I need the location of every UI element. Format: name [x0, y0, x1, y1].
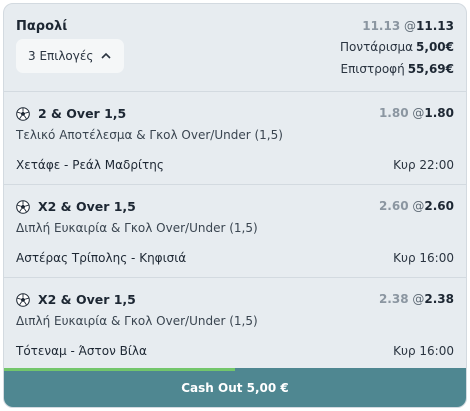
return-row: Επιστροφή 55,69€	[341, 62, 455, 76]
total-odds-new: 11.13	[416, 19, 454, 33]
selection-odds-new: 1.80	[424, 106, 454, 120]
selection-odds-old: 1.80	[378, 106, 409, 120]
total-odds: 11.13 @11.13	[362, 19, 454, 33]
odds-at-symbol: @	[412, 199, 425, 213]
selection-market: Διπλή Ευκαιρία & Γκολ Over/Under (1,5)	[16, 314, 258, 328]
soccer-ball-icon	[16, 106, 30, 121]
selection-name: Χ2 & Over 1,5	[38, 292, 136, 307]
selections-count-label: 3 Επιλογές	[28, 49, 94, 63]
selection-item[interactable]: Χ2 & Over 1,5 Διπλή Ευκαιρία & Γκολ Over…	[4, 184, 466, 277]
odds-at-symbol: @	[412, 292, 425, 306]
selection-match: Αστέρας Τρίπολης - Κηφισιά	[16, 251, 187, 265]
selection-time: Κυρ 16:00	[393, 344, 454, 358]
bet-slip-card: Παρολί 3 Επιλογές 11.13 @11.13 Ποντάρισμ…	[3, 3, 467, 408]
selection-odds-new: 2.60	[424, 199, 454, 213]
selection-match: Χετάφε - Ρεάλ Μαδρίτης	[16, 158, 164, 172]
chevron-up-icon	[101, 51, 111, 62]
selection-odds-old: 2.38	[378, 292, 409, 306]
cash-out-label: Cash Out 5,00 €	[181, 380, 289, 395]
stake-value: 5,00€	[416, 40, 454, 54]
selection-name: 2 & Over 1,5	[38, 106, 127, 121]
selection-match: Τότεναμ - Άστον Βίλα	[16, 344, 147, 358]
selection-odds-old: 2.60	[378, 199, 409, 213]
selection-odds: 2.60 @2.60	[379, 199, 454, 213]
stake-row: Ποντάρισμα 5,00€	[340, 40, 454, 54]
soccer-ball-icon	[16, 199, 30, 214]
selection-market: Διπλή Ευκαιρία & Γκολ Over/Under (1,5)	[16, 221, 258, 235]
return-value: 55,69€	[407, 62, 454, 76]
stake-label: Ποντάρισμα	[340, 40, 414, 54]
selection-odds-new: 2.38	[424, 292, 454, 306]
bet-type-title: Παρολί	[16, 19, 68, 34]
selection-item[interactable]: Χ2 & Over 1,5 Διπλή Ευκαιρία & Γκολ Over…	[4, 277, 466, 370]
odds-at-symbol: @	[412, 106, 425, 120]
selection-market: Τελικό Αποτέλεσμα & Γκολ Over/Under (1,5…	[16, 128, 283, 142]
cash-out-button[interactable]: Cash Out 5,00 €	[4, 368, 466, 407]
selection-time: Κυρ 22:00	[393, 158, 454, 172]
total-odds-old: 11.13	[362, 19, 401, 33]
selection-name: Χ2 & Over 1,5	[38, 199, 136, 214]
selection-time: Κυρ 16:00	[393, 251, 454, 265]
odds-at-symbol: @	[404, 19, 417, 33]
selection-item[interactable]: 2 & Over 1,5 Τελικό Αποτέλεσμα & Γκολ Ov…	[4, 91, 466, 184]
bet-slip-header: Παρολί 3 Επιλογές 11.13 @11.13 Ποντάρισμ…	[4, 4, 466, 91]
selection-odds: 2.38 @2.38	[379, 292, 454, 306]
return-label: Επιστροφή	[340, 62, 405, 76]
selections-toggle-button[interactable]: 3 Επιλογές	[16, 39, 124, 73]
selection-odds: 1.80 @1.80	[379, 106, 454, 120]
soccer-ball-icon	[16, 292, 30, 307]
cash-out-progress-bar	[4, 368, 235, 371]
